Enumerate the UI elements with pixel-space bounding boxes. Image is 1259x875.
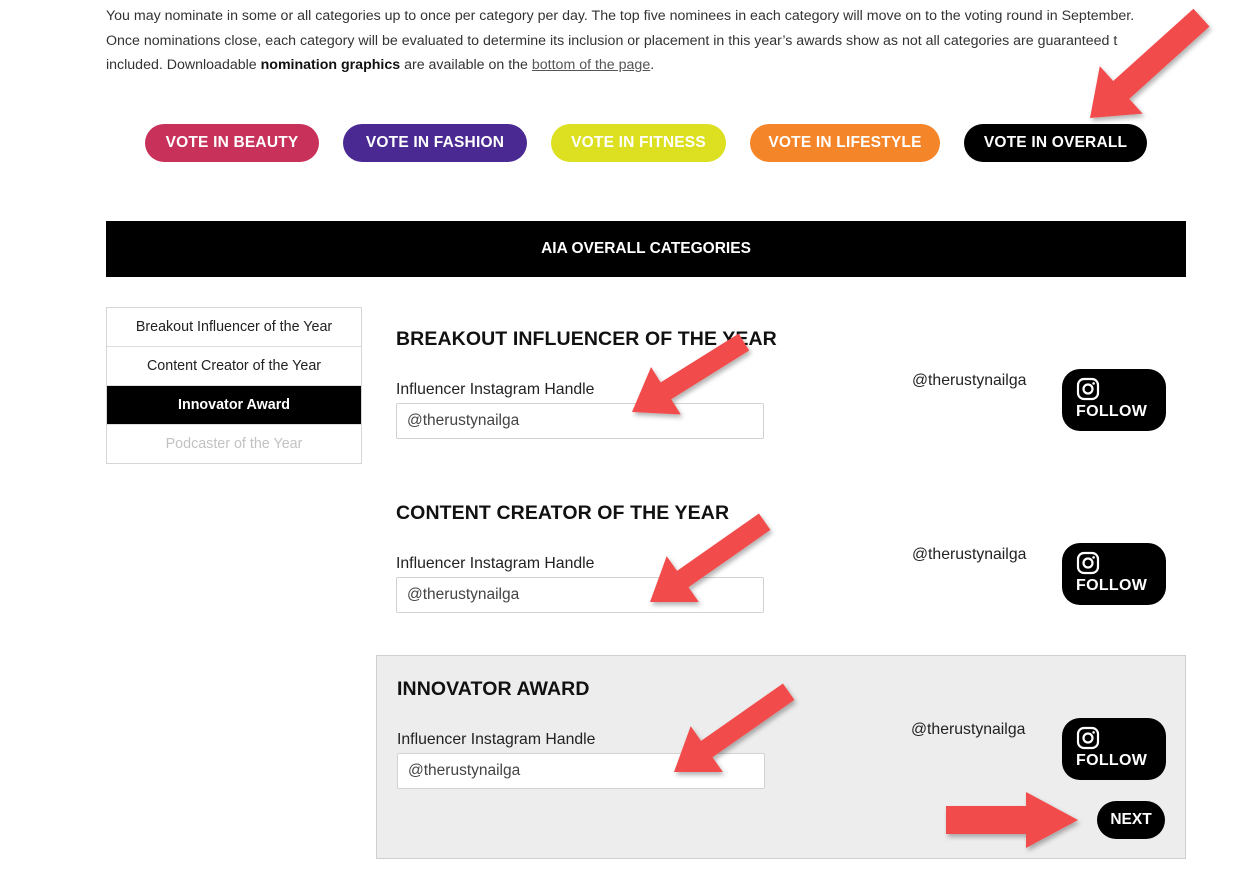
vote-fitness-button[interactable]: VOTE IN FITNESS	[551, 124, 726, 162]
instagram-handle-text: @therustynailga	[912, 372, 1027, 389]
instagram-handle-text: @therustynailga	[911, 721, 1026, 738]
sidebar-item-content-creator[interactable]: Content Creator of the Year	[107, 347, 361, 386]
follow-label: FOLLOW	[1076, 403, 1148, 420]
section-title: BREAKOUT INFLUENCER OF THE YEAR	[396, 328, 777, 350]
section-breakout-influencer: BREAKOUT INFLUENCER OF THE YEAR Influenc…	[376, 310, 1186, 470]
section-innovator-award: INNOVATOR AWARD Influencer Instagram Han…	[376, 655, 1186, 859]
instagram-handle-input[interactable]	[396, 403, 764, 439]
categories-banner: AIA OVERALL CATEGORIES	[106, 221, 1186, 277]
follow-button[interactable]: FOLLOW	[1062, 543, 1166, 605]
intro-line-2: Once nominations close, each category wi…	[106, 32, 1118, 49]
vote-overall-button[interactable]: VOTE IN OVERALL	[964, 124, 1147, 162]
follow-label: FOLLOW	[1076, 752, 1148, 769]
vote-beauty-button[interactable]: VOTE IN BEAUTY	[145, 124, 319, 162]
category-sidebar: Breakout Influencer of the Year Content …	[106, 307, 362, 464]
vote-fashion-button[interactable]: VOTE IN FASHION	[343, 124, 527, 162]
instagram-handle-input[interactable]	[397, 753, 765, 789]
instagram-icon	[1076, 551, 1100, 575]
follow-label: FOLLOW	[1076, 577, 1148, 594]
bottom-of-page-link[interactable]: bottom of the page	[532, 57, 650, 73]
sidebar-item-innovator-award[interactable]: Innovator Award	[107, 386, 361, 425]
intro-line-3: included. Downloadable nomination graphi…	[106, 53, 1186, 78]
section-title: INNOVATOR AWARD	[397, 678, 590, 700]
instagram-handle-text: @therustynailga	[912, 546, 1027, 563]
instagram-icon	[1076, 726, 1100, 750]
field-label: Influencer Instagram Handle	[396, 381, 595, 398]
next-button[interactable]: NEXT	[1097, 801, 1165, 839]
intro-line-1: You may nominate in some or all categori…	[106, 8, 1135, 24]
vote-lifestyle-button[interactable]: VOTE IN LIFESTYLE	[750, 124, 940, 162]
section-title: CONTENT CREATOR OF THE YEAR	[396, 502, 730, 524]
follow-button[interactable]: FOLLOW	[1062, 369, 1166, 431]
instagram-icon	[1076, 377, 1100, 401]
follow-button[interactable]: FOLLOW	[1062, 718, 1166, 780]
intro-line-3-mid: are available on the	[404, 57, 528, 73]
instagram-handle-input[interactable]	[396, 577, 764, 613]
intro-line-3-pre: included. Downloadable	[106, 57, 257, 73]
intro-text: You may nominate in some or all categori…	[106, 4, 1186, 78]
field-label: Influencer Instagram Handle	[396, 555, 595, 572]
field-label: Influencer Instagram Handle	[397, 731, 596, 748]
section-content-creator: CONTENT CREATOR OF THE YEAR Influencer I…	[376, 484, 1186, 644]
nomination-graphics-text: nomination graphics	[260, 57, 401, 73]
sidebar-item-breakout-influencer[interactable]: Breakout Influencer of the Year	[107, 308, 361, 347]
sidebar-item-podcaster[interactable]: Podcaster of the Year	[107, 425, 361, 463]
banner-title: AIA OVERALL CATEGORIES	[541, 240, 751, 257]
intro-line-3-end: .	[650, 57, 655, 73]
